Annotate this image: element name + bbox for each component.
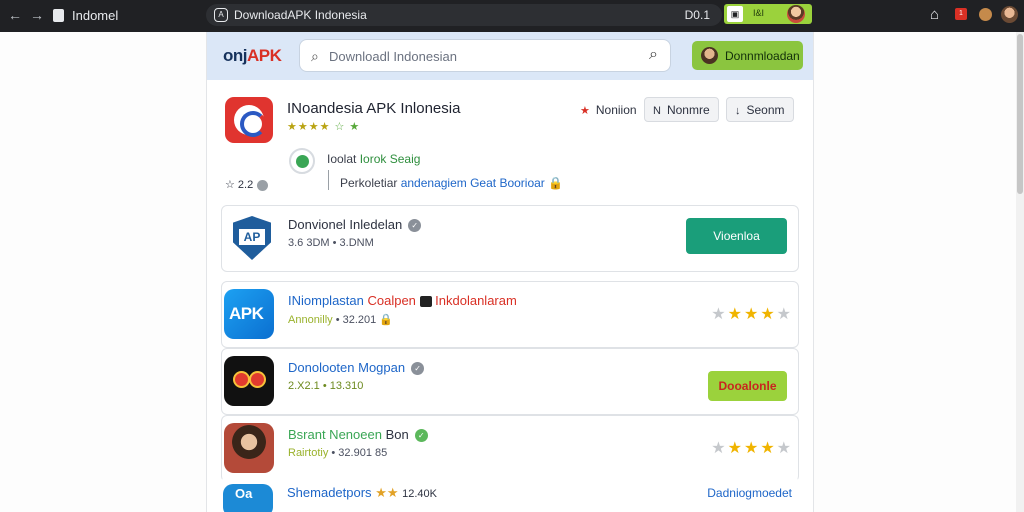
app-meta: 2.X2.1 • 13.310: [288, 380, 364, 392]
back-arrow-icon[interactable]: ←: [8, 7, 22, 23]
browser-toolbar: ← → Indomel A DownloadAPK Indonesia D0.1…: [0, 0, 1024, 32]
account-dot-icon[interactable]: [979, 8, 992, 21]
verify-text: Ioolat Iorok Seaig: [327, 152, 421, 166]
eye-icon: [251, 373, 264, 386]
search-placeholder: Downloadl Indonesian: [329, 49, 457, 64]
header-button-label: Donnmloadan: [725, 49, 800, 63]
site-logo[interactable]: onjAPK: [223, 46, 282, 66]
app-card[interactable]: AP Donvionel Inledelan ✓ 3.6 3DM • 3.DNM …: [221, 205, 799, 272]
app-meta: Rairtotiy • 32.901 85: [288, 447, 388, 459]
badge-icon: [419, 296, 432, 308]
rating-stars: ★★★★★: [711, 306, 793, 323]
chip-noniion[interactable]: ★ Noniion: [571, 97, 646, 122]
app-name[interactable]: Shemadetpors ★★ 12.40K: [287, 485, 437, 501]
alert-badge-icon[interactable]: 1: [955, 8, 967, 20]
extension-area[interactable]: ▣ I&I: [724, 4, 812, 24]
chip-seonm[interactable]: ↓ Seonm: [726, 97, 794, 122]
app-card[interactable]: Donolooten Mogpan ✓ 2.X2.1 • 13.310 Dooal…: [221, 348, 799, 415]
verified-check-icon: ✓: [411, 362, 425, 376]
eye-icon: [235, 373, 248, 386]
page-margin-left: [0, 32, 206, 512]
tab-title[interactable]: Indomel: [72, 8, 118, 23]
address-bar-extra[interactable]: D0.1: [685, 8, 710, 22]
app-name[interactable]: INiomplastan Coalpen Inkdolanlaram: [288, 293, 517, 308]
chip-nonmre[interactable]: N Nonmre: [644, 97, 719, 122]
featured-app-title[interactable]: INoandesia APK Inlonesia: [287, 100, 460, 117]
app-name[interactable]: Donolooten Mogpan ✓: [288, 360, 425, 376]
home-icon[interactable]: ⌂: [930, 6, 939, 23]
site-info-icon[interactable]: A: [214, 8, 228, 22]
download-button[interactable]: Vioenloa: [686, 218, 787, 254]
app-meta: Annonilly • 32.201 🔒: [288, 314, 394, 326]
address-url: DownloadAPK Indonesia: [234, 8, 367, 22]
app-card[interactable]: Oa Shemadetpors ★★ 12.40K Dadniogmoedet: [221, 477, 799, 512]
app-icon-dark: [224, 356, 274, 406]
rating-mini: ☆ 2.2: [225, 178, 269, 191]
rating-stars: ★★★★★: [711, 440, 793, 457]
profile-avatar[interactable]: [1001, 6, 1018, 23]
scrollbar-thumb[interactable]: [1017, 34, 1023, 194]
app-icon-ap: AP: [224, 213, 274, 263]
app-card[interactable]: Bsrant Nenoeen Bon ✓ Rairtotiy • 32.901 8…: [221, 415, 799, 482]
address-bar[interactable]: A DownloadAPK Indonesia D0.1: [206, 4, 722, 26]
app-icon-apk: APK: [224, 289, 274, 339]
app-name[interactable]: Donvionel Inledelan ✓: [288, 217, 422, 233]
extension-avatar-icon[interactable]: [787, 5, 805, 23]
permission-text[interactable]: Perkoletiar andenagiem Geat Boorioar 🔒: [340, 176, 563, 190]
app-icon-blue: Oa: [223, 484, 273, 512]
site-header: onjAPK ⌕ Downloadl Indonesian ⌕ Donnmloa…: [207, 32, 813, 80]
verified-check-icon: ✓: [408, 219, 422, 233]
featured-app-icon[interactable]: [225, 97, 273, 143]
lock-icon: 🔒: [548, 176, 564, 190]
featured-app: INoandesia APK Inlonesia ★★★★ ☆ ★ ★ Nonii…: [207, 90, 813, 200]
app-name[interactable]: Bsrant Nenoeen Bon ✓: [288, 427, 428, 443]
forward-arrow-icon[interactable]: →: [30, 7, 44, 23]
verified-icon: [289, 148, 315, 174]
download-link[interactable]: Dadniogmoedet: [707, 486, 792, 500]
search-input[interactable]: ⌕ Downloadl Indonesian ⌕: [299, 39, 671, 72]
info-icon: [257, 179, 269, 191]
avatar: [701, 47, 718, 64]
site-container: onjAPK ⌕ Downloadl Indonesian ⌕ Donnmloa…: [206, 32, 814, 512]
app-meta: 3.6 3DM • 3.DNM: [288, 237, 374, 249]
extension-label: I&I: [753, 8, 765, 18]
featured-rating-stars: ★★★★ ☆ ★: [287, 121, 361, 133]
app-card[interactable]: APK INiomplastan Coalpen Inkdolanlaram A…: [221, 281, 799, 348]
search-submit-icon[interactable]: ⌕: [649, 46, 658, 64]
header-download-button[interactable]: Donnmloadan: [692, 41, 803, 70]
app-icon-photo: [224, 423, 274, 473]
extension-icon[interactable]: ▣: [727, 6, 743, 22]
search-icon: ⌕: [311, 48, 319, 64]
verified-check-icon: ✓: [414, 429, 428, 443]
download-button[interactable]: Dooalonle: [708, 371, 787, 401]
scrollbar[interactable]: [1016, 32, 1024, 512]
page-margin-right: [814, 32, 1024, 512]
tab-favicon-icon: [53, 9, 64, 22]
divider: [328, 170, 329, 190]
